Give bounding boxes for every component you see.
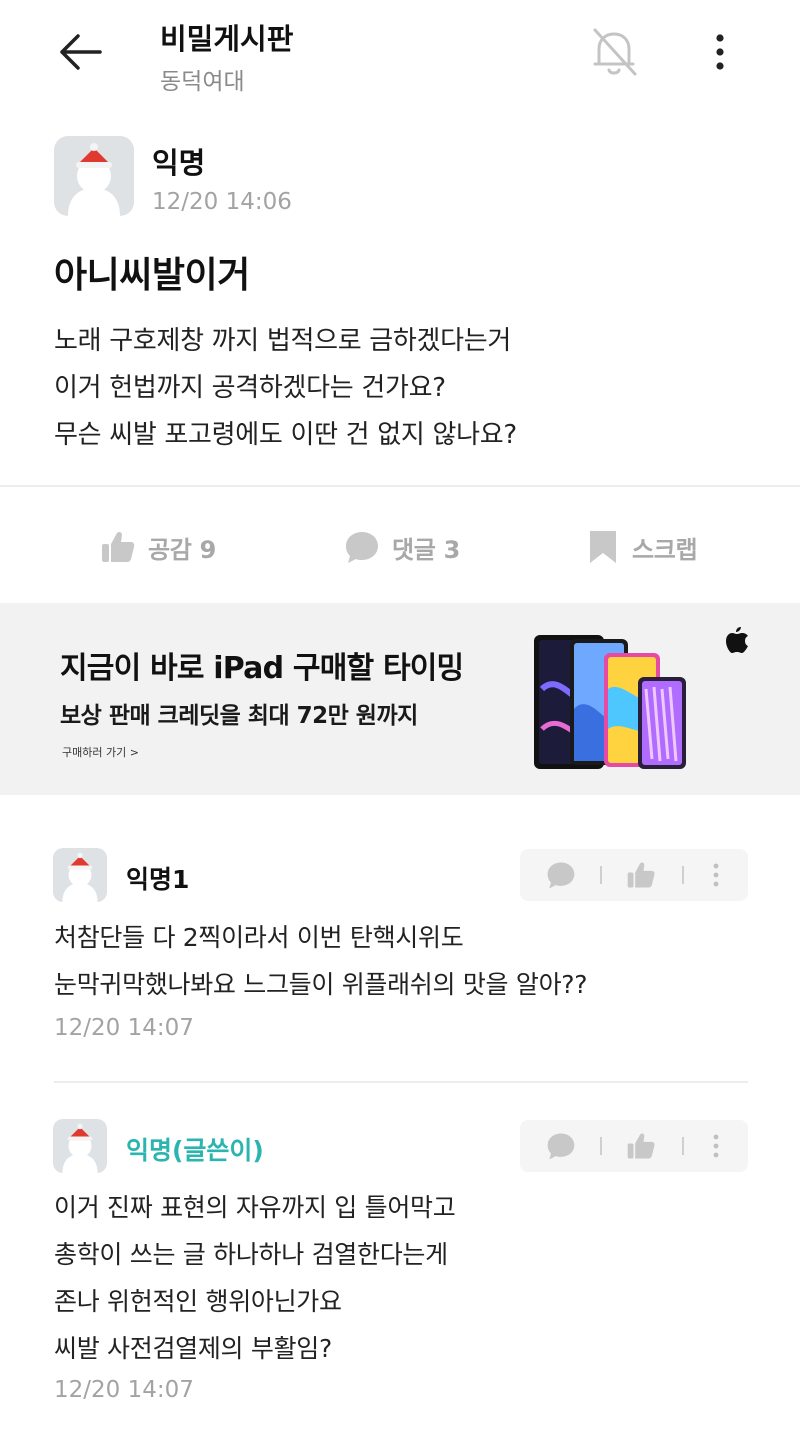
toolbar-separator <box>682 1137 684 1155</box>
comment-line: 총학이 쓰는 글 하나하나 검열한다는게 <box>54 1240 448 1269</box>
comment-line: 이거 진짜 표현의 자유까지 입 틀어막고 <box>54 1193 456 1222</box>
comment-text: 처참단들 다 2찍이라서 이번 탄핵시위도 눈막귀막했나봐요 느그들이 위플래쉬… <box>54 914 754 1008</box>
like-button[interactable]: 공감 9 <box>100 527 216 567</box>
toolbar-separator <box>682 866 684 884</box>
board-subtitle: 동덕여대 <box>160 69 245 95</box>
comment-line: 처참단들 다 2찍이라서 이번 탄핵시위도 <box>54 923 464 952</box>
speech-bubble-icon <box>346 532 378 563</box>
divider <box>54 1081 748 1083</box>
reply-icon[interactable] <box>546 859 576 891</box>
ad-cta-link[interactable]: 구매하러 가기 > <box>62 744 139 760</box>
post-title: 아니씨발이거 <box>54 255 250 296</box>
ad-subline: 보상 판매 크레딧을 최대 72만 원까지 <box>60 703 418 729</box>
back-arrow-icon <box>60 34 102 70</box>
reply-icon[interactable] <box>546 1130 576 1162</box>
avatar-santa-icon <box>68 143 120 216</box>
comment-author-avatar <box>53 1119 107 1173</box>
avatar-santa-icon <box>62 852 98 902</box>
like-count-label: 공감 9 <box>148 535 217 564</box>
comment-line: 존나 위헌적인 행위아닌가요 <box>54 1287 342 1316</box>
more-vertical-icon[interactable] <box>704 1130 728 1162</box>
comment-button[interactable]: 댓글 3 <box>344 527 460 567</box>
thumbs-up-icon <box>102 531 135 562</box>
ad-banner[interactable]: 지금이 바로 iPad 구매할 타이밍 보상 판매 크레딧을 최대 72만 원까… <box>0 603 800 795</box>
apple-logo-icon <box>726 627 748 653</box>
ipad-devices-image <box>534 635 686 769</box>
comment-timestamp: 12/20 14:07 <box>54 1015 194 1041</box>
post-author-name: 익명 <box>152 146 206 180</box>
scrap-button[interactable]: 스크랩 <box>586 527 698 567</box>
back-button[interactable] <box>52 28 108 76</box>
more-vertical-icon[interactable] <box>704 859 728 891</box>
post-timestamp: 12/20 14:06 <box>152 189 292 215</box>
comment-toolbar <box>520 1120 748 1172</box>
comment-line: 눈막귀막했나봐요 느그들이 위플래쉬의 맛을 알아?? <box>54 970 588 999</box>
notification-toggle-button[interactable] <box>585 24 643 80</box>
app-header: 비밀게시판 동덕여대 <box>0 0 800 110</box>
post-author-avatar <box>54 136 134 216</box>
post-body: 노래 구호제창 까지 법적으로 금하겠다는거 이거 헌법까지 공격하겠다는 건가… <box>54 318 754 459</box>
more-vertical-icon <box>716 34 724 70</box>
post-body-line: 무슨 씨발 포고령에도 이딴 건 없지 않나요? <box>54 420 517 450</box>
comment-author-name: 익명(글쓴이) <box>126 1136 264 1165</box>
comment-text: 이거 진짜 표현의 자유까지 입 틀어막고 총학이 쓰는 글 하나하나 검열한다… <box>54 1184 754 1372</box>
more-options-button[interactable] <box>700 30 740 74</box>
post-body-line: 노래 구호제창 까지 법적으로 금하겠다는거 <box>54 326 512 356</box>
comment-author-name: 익명1 <box>126 865 190 894</box>
board-title: 비밀게시판 <box>160 22 294 56</box>
post-body-line: 이거 헌법까지 공격하겠다는 건가요? <box>54 373 446 403</box>
post-action-bar: 공감 9 댓글 3 스크랩 <box>0 487 800 605</box>
scrap-label: 스크랩 <box>632 535 698 564</box>
thumbs-up-icon[interactable] <box>626 1130 656 1162</box>
thumbs-up-icon[interactable] <box>626 859 656 891</box>
bell-off-icon <box>593 28 637 76</box>
avatar-santa-icon <box>62 1123 98 1173</box>
toolbar-separator <box>600 866 602 884</box>
comment-count-label: 댓글 3 <box>392 535 461 564</box>
toolbar-separator <box>600 1137 602 1155</box>
comment-line: 씨발 사전검열제의 부활임? <box>54 1334 332 1363</box>
ad-headline: 지금이 바로 iPad 구매할 타이밍 <box>60 651 464 686</box>
bookmark-icon <box>590 531 616 563</box>
comment-toolbar <box>520 849 748 901</box>
comment-author-avatar <box>53 848 107 902</box>
comment-timestamp: 12/20 14:07 <box>54 1377 194 1403</box>
